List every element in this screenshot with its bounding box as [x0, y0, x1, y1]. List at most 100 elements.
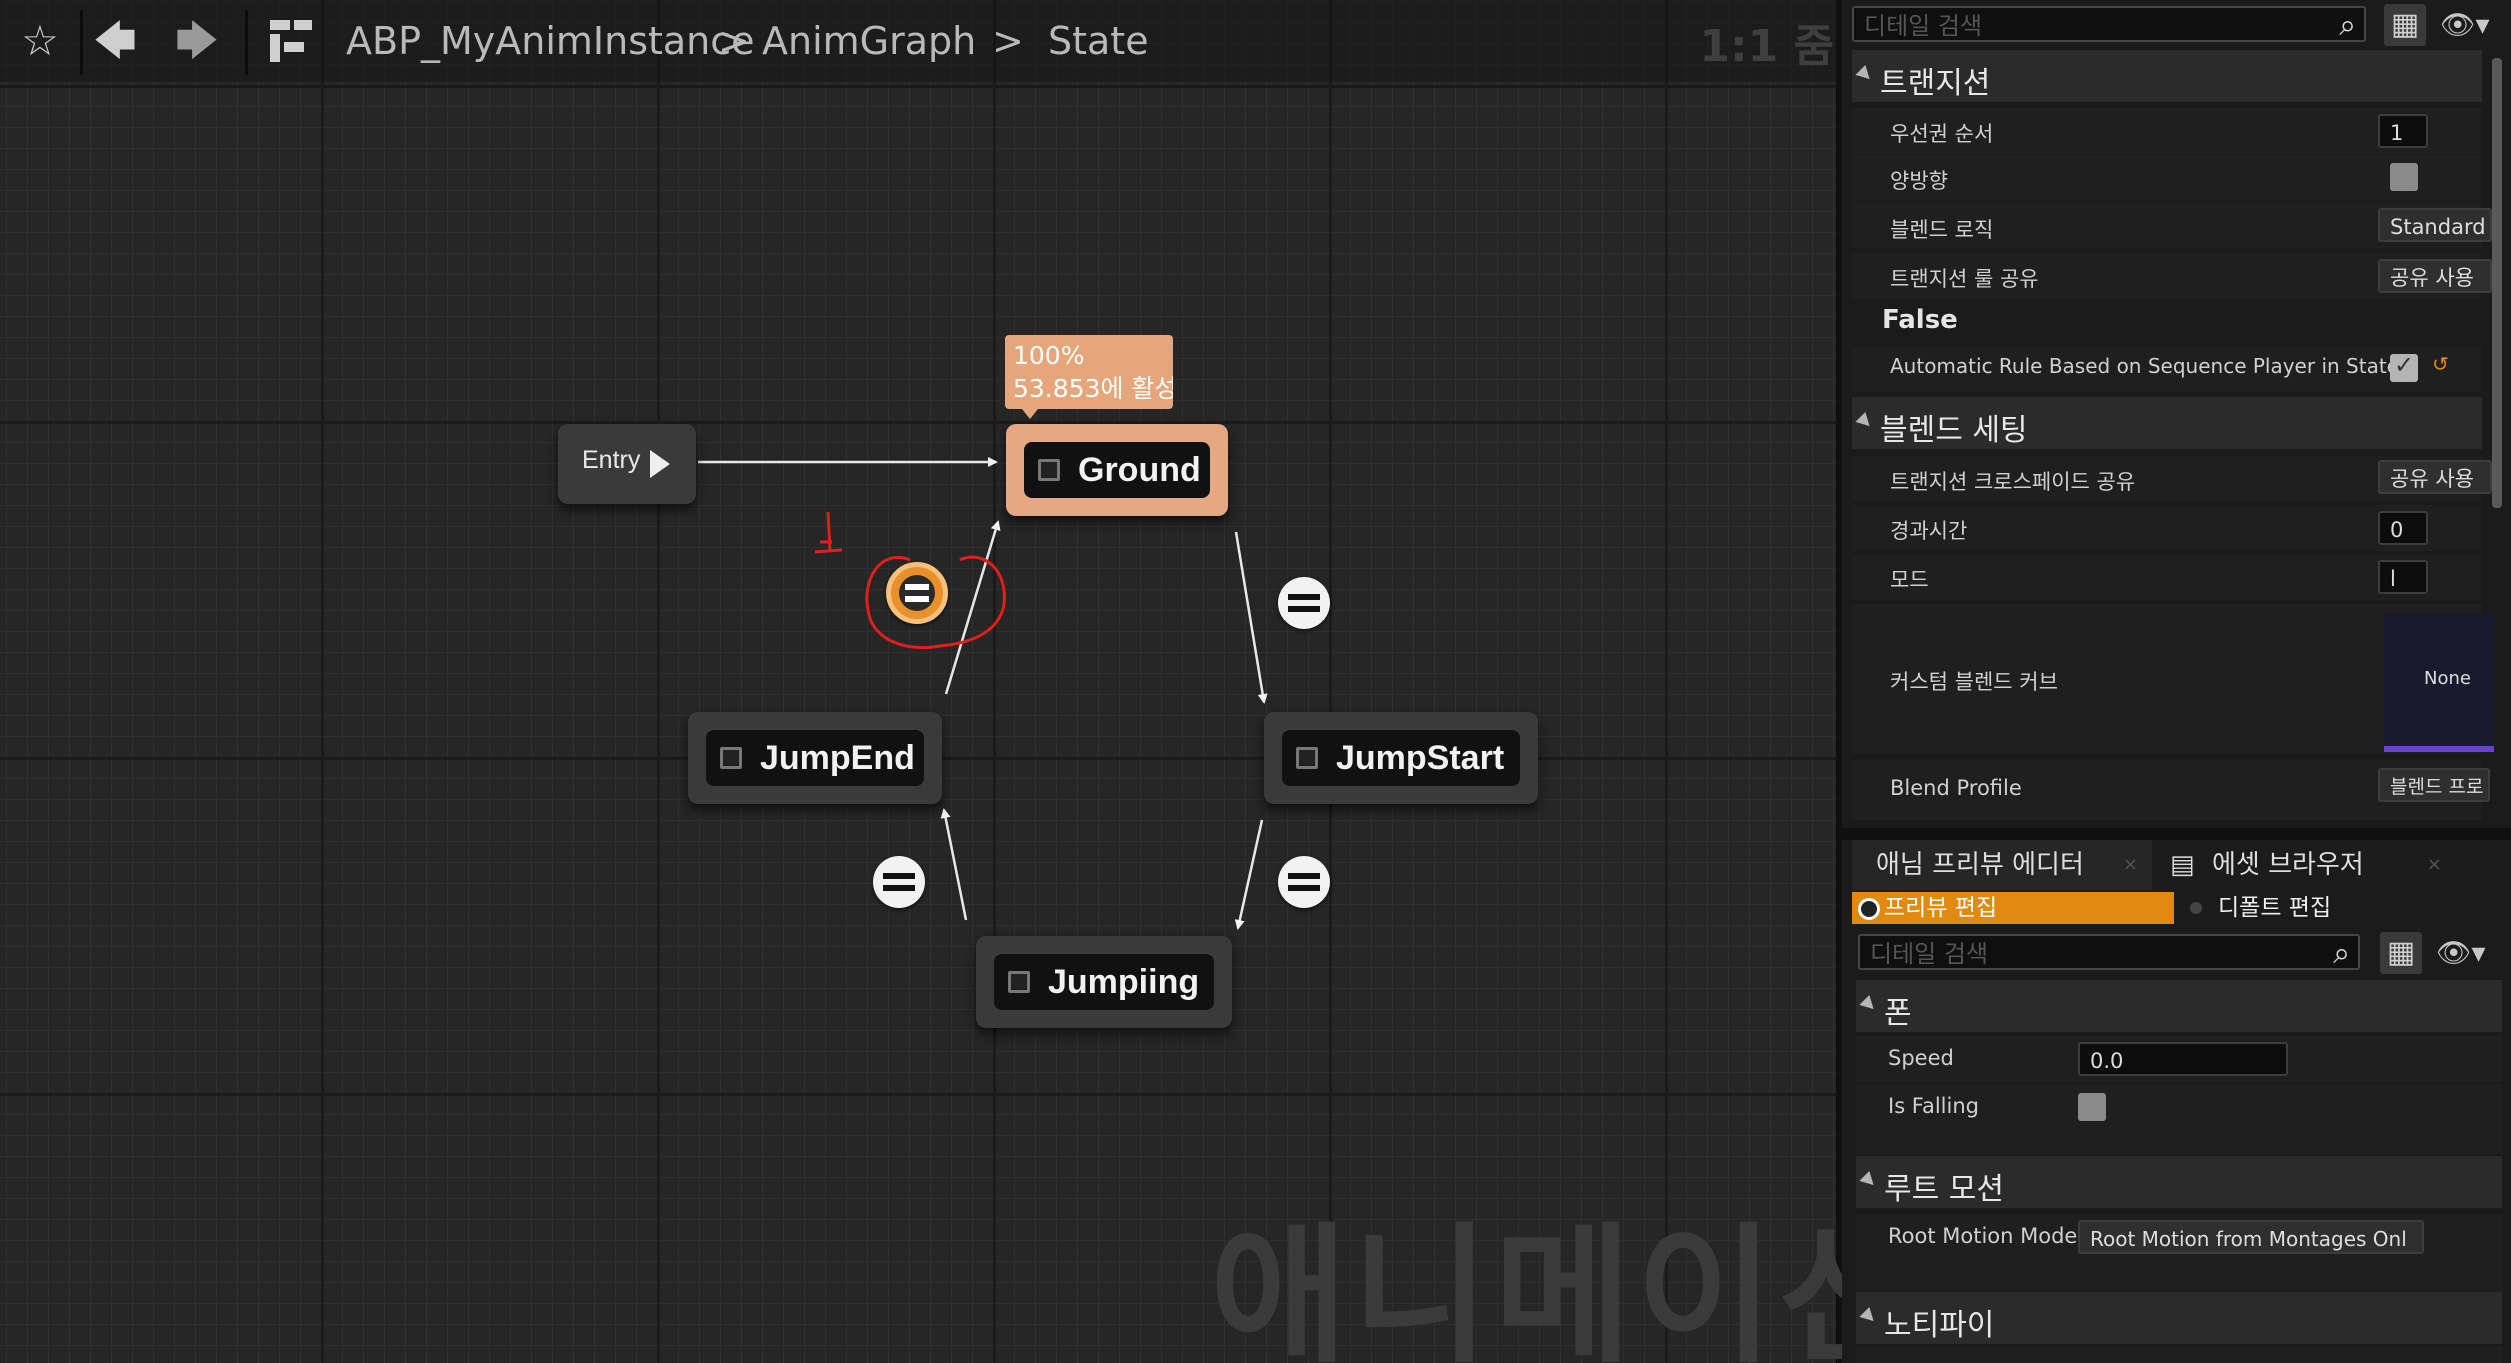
root-motion-mode-dropdown[interactable]: Root Motion from Montages Onl: [2078, 1220, 2424, 1254]
blend-profile-picker[interactable]: 블렌드 프로: [2378, 768, 2490, 802]
visibility-eye-icon[interactable]: 👁▾: [2440, 8, 2490, 41]
search-placeholder: 디테일 검색: [1870, 940, 1989, 968]
bubble-pointer: [1022, 409, 1038, 419]
grid-view-icon[interactable]: ▦: [2384, 4, 2426, 46]
transition-jumpend-to-ground-selected[interactable]: [886, 562, 948, 624]
is-falling-checkbox[interactable]: [2078, 1093, 2106, 1121]
grid-view-icon[interactable]: ▦: [2380, 932, 2422, 974]
duration-value: 0: [2390, 518, 2404, 542]
crossfade-share-button[interactable]: 공유 사용: [2378, 460, 2492, 494]
radio-on-icon: [1858, 898, 1880, 920]
section-blend-settings[interactable]: 블렌드 세팅: [1852, 397, 2482, 449]
breadcrumb-separator: >: [992, 19, 1024, 63]
blend-logic-dropdown[interactable]: Standard: [2378, 208, 2492, 242]
speed-spinbox[interactable]: 0.0: [2078, 1042, 2288, 1076]
breadcrumb-animgraph[interactable]: AnimGraph: [762, 16, 976, 66]
blend-logic-value: Standard: [2390, 215, 2486, 239]
section-title: 폰: [1884, 996, 1912, 1031]
state-label: JumpStart: [1336, 738, 1505, 777]
close-icon[interactable]: ×: [2123, 840, 2138, 890]
state-ground[interactable]: Ground: [1006, 424, 1228, 516]
preview-search-input[interactable]: 디테일 검색 ⌕: [1858, 934, 2360, 971]
auto-rule-checkbox[interactable]: [2390, 351, 2418, 382]
state-icon: [1038, 459, 1060, 481]
row-duration: 경과시간 0: [1852, 505, 2482, 551]
panel-divider: [1842, 828, 2511, 840]
breadcrumb-asset[interactable]: ABP_MyAnimInstance: [346, 16, 755, 66]
section-title: 트랜지션: [1880, 66, 1991, 101]
section-root-motion[interactable]: 루트 모션: [1856, 1156, 2502, 1208]
priority-label: 우선권 순서: [1890, 122, 1994, 146]
blend-logic-label: 블렌드 로직: [1890, 218, 1994, 242]
row-priority: 우선권 순서 1: [1852, 108, 2482, 154]
transition-rule-share-value: 공유 사용: [2390, 266, 2474, 290]
transition-rule-share-button[interactable]: 공유 사용: [2378, 259, 2492, 293]
active-state-bubble: 100% 53.853에 활성: [1005, 335, 1173, 409]
transition-ground-to-jumpstart[interactable]: [1278, 577, 1330, 629]
state-icon: [720, 747, 742, 769]
blend-profile-value: 블렌드 프로: [2390, 776, 2484, 798]
visibility-eye-icon[interactable]: 👁▾: [2436, 936, 2486, 969]
edit-preview-toggle[interactable]: 프리뷰 편집: [1852, 892, 2174, 924]
section-title: 노티파이: [1884, 1308, 1995, 1343]
row-mode: 모드 l: [1852, 554, 2482, 600]
search-icon: ⌕: [2339, 8, 2356, 43]
row-blend-logic: 블렌드 로직 Standard: [1852, 202, 2492, 248]
hierarchy-icon[interactable]: [266, 16, 316, 66]
back-arrow-icon[interactable]: 🡄: [90, 16, 140, 66]
annotation-1-stroke: [814, 511, 843, 554]
reset-to-default-icon[interactable]: ↺: [2432, 352, 2449, 376]
crossfade-share-label: 트랜지션 크로스페이드 공유: [1890, 470, 2136, 494]
section-title: 루트 모션: [1884, 1172, 2004, 1207]
asset-browser-icon: ▤: [2170, 850, 2195, 880]
wire-jumping-to-jumpend: [940, 808, 968, 921]
transition-jumping-to-jumpend[interactable]: [873, 856, 925, 908]
row-partial: [1856, 1346, 2502, 1363]
forward-arrow-icon[interactable]: 🡆: [172, 16, 222, 66]
is-falling-label: Is Falling: [1888, 1094, 1979, 1118]
tab-label: 애님 프리뷰 에디터: [1876, 850, 2084, 880]
bidirectional-checkbox[interactable]: [2390, 163, 2418, 191]
edit-default-label: 디폴트 편집: [2218, 895, 2332, 921]
duration-spinbox[interactable]: 0: [2378, 511, 2428, 545]
tab-anim-preview-editor[interactable]: 애님 프리뷰 에디터 ×: [1852, 840, 2152, 890]
search-icon: ⌕: [2333, 936, 2350, 971]
edit-default-toggle[interactable]: 디폴트 편집: [2180, 892, 2500, 924]
star-icon[interactable]: ☆: [15, 16, 65, 66]
section-pawn[interactable]: 폰: [1856, 980, 2502, 1032]
zoom-level: 1:1 줌: [1699, 21, 1834, 72]
breadcrumb-state[interactable]: State: [1048, 16, 1149, 66]
priority-spinbox[interactable]: 1: [2378, 114, 2428, 148]
anim-graph-canvas[interactable]: 애니메이션 Entry 100% 53.853에 활성 Ground JumpS…: [0, 0, 1916, 1363]
details-search-input[interactable]: 디테일 검색 ⌕: [1852, 6, 2366, 43]
state-jumpend[interactable]: JumpEnd: [688, 712, 942, 804]
breadcrumb-separator: >: [718, 19, 750, 63]
section-notify[interactable]: 노티파이: [1856, 1292, 2502, 1344]
wire-jumpend-to-ground: [944, 520, 1001, 695]
transition-jumpstart-to-jumping[interactable]: [1278, 856, 1330, 908]
state-label: Jumpiing: [1048, 962, 1200, 1001]
state-jumping[interactable]: Jumpiing: [976, 936, 1232, 1028]
entry-output-pin[interactable]: [650, 450, 670, 478]
custom-curve-label: 커스텀 블렌드 커브: [1890, 670, 2058, 694]
state-jumpstart[interactable]: JumpStart: [1264, 712, 1538, 804]
collapse-arrow-icon: [1855, 411, 1875, 432]
section-transition[interactable]: 트랜지션: [1852, 50, 2482, 102]
transition-rule-share-label: 트랜지션 룰 공유: [1890, 267, 2039, 291]
blend-profile-label: Blend Profile: [1890, 776, 2022, 800]
custom-curve-thumbnail[interactable]: None: [2384, 614, 2494, 752]
tab-asset-browser[interactable]: ▤ 에셋 브라우저 ×: [2156, 840, 2456, 890]
mode-dropdown[interactable]: l: [2378, 560, 2428, 594]
speed-label: Speed: [1888, 1046, 1954, 1070]
row-spacer: [1856, 1130, 2502, 1154]
collapse-arrow-icon: [1855, 64, 1875, 85]
entry-node[interactable]: Entry: [558, 424, 696, 504]
row-custom-curve: 커스텀 블렌드 커브 None: [1852, 604, 2494, 754]
root-motion-mode-value: Root Motion from Montages Onl: [2090, 1227, 2407, 1251]
details-scrollbar[interactable]: [2492, 58, 2502, 508]
false-label: False: [1882, 305, 1958, 335]
collapse-arrow-icon: [1859, 994, 1879, 1015]
custom-curve-value: None: [2424, 668, 2471, 689]
toolbar-divider: [245, 10, 248, 75]
close-icon[interactable]: ×: [2427, 840, 2442, 890]
